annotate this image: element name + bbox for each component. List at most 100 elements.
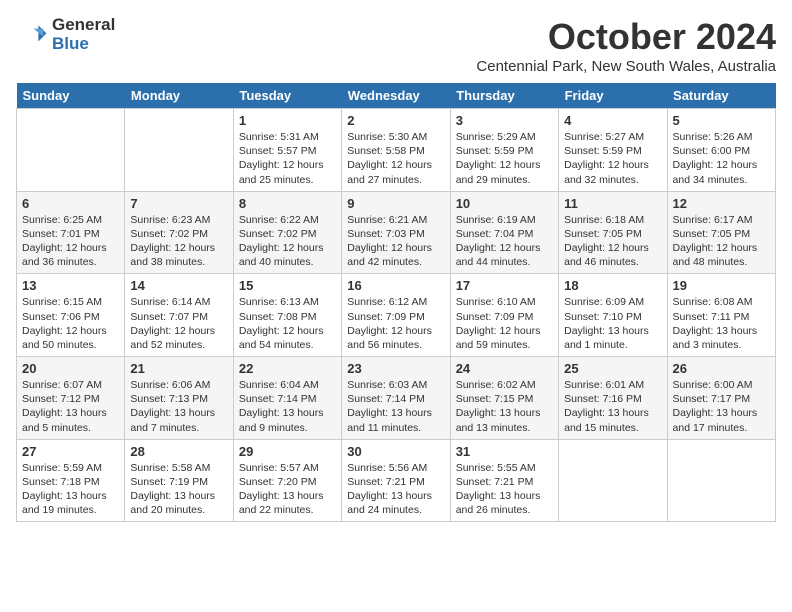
calendar-week-4: 20 Sunrise: 6:07 AM Sunset: 7:12 PM Dayli… [17, 357, 776, 440]
logo-text-line2: Blue [52, 35, 115, 54]
day-number: 29 [239, 444, 336, 459]
calendar-cell: 22Sunrise: 6:04 AM Sunset: 7:14 PM Dayli… [233, 357, 341, 440]
calendar-cell: 18 Sunrise: 6:09 AM Sunset: 7:10 PM Dayli… [559, 274, 667, 357]
cell-content: Sunrise: 6:23 AM Sunset: 7:02 PM Dayligh… [130, 213, 227, 270]
day-number: 7 [130, 196, 227, 211]
calendar-cell [559, 439, 667, 522]
cell-content: Sunrise: 5:58 AM Sunset: 7:19 PM Dayligh… [130, 461, 227, 518]
calendar-cell: 4 Sunrise: 5:27 AM Sunset: 5:59 PM Daylig… [559, 109, 667, 192]
calendar-cell: 9 Sunrise: 6:21 AM Sunset: 7:03 PM Daylig… [342, 191, 450, 274]
cell-content: Sunrise: 5:29 AM Sunset: 5:59 PM Dayligh… [456, 130, 553, 187]
weekday-header-wednesday: Wednesday [342, 83, 450, 109]
calendar-cell: 16 Sunrise: 6:12 AM Sunset: 7:09 PM Dayli… [342, 274, 450, 357]
day-number: 26 [673, 361, 770, 376]
cell-content: Sunrise: 6:14 AM Sunset: 7:07 PM Dayligh… [130, 295, 227, 352]
calendar-cell: 11 Sunrise: 6:18 AM Sunset: 7:05 PM Dayli… [559, 191, 667, 274]
calendar-week-2: 6 Sunrise: 6:25 AM Sunset: 7:01 PM Daylig… [17, 191, 776, 274]
day-number: 6 [22, 196, 119, 211]
calendar-cell: 25Sunrise: 6:01 AM Sunset: 7:16 PM Dayli… [559, 357, 667, 440]
day-number: 3 [456, 113, 553, 128]
calendar-cell: 6 Sunrise: 6:25 AM Sunset: 7:01 PM Daylig… [17, 191, 125, 274]
day-number: 22 [239, 361, 336, 376]
cell-content: Sunrise: 5:57 AM Sunset: 7:20 PM Dayligh… [239, 461, 336, 518]
cell-content: Sunrise: 6:00 AM Sunset: 7:17 PM Dayligh… [673, 378, 770, 435]
calendar-table: SundayMondayTuesdayWednesdayThursdayFrid… [16, 83, 776, 522]
calendar-cell: 19 Sunrise: 6:08 AM Sunset: 7:11 PM Dayli… [667, 274, 775, 357]
cell-content: Sunrise: 5:26 AM Sunset: 6:00 PM Dayligh… [673, 130, 770, 187]
page-header: General Blue October 2024 Centennial Par… [16, 16, 776, 75]
day-number: 30 [347, 444, 444, 459]
calendar-week-1: 1Sunrise: 5:31 AM Sunset: 5:57 PM Daylig… [17, 109, 776, 192]
cell-content: Sunrise: 6:03 AM Sunset: 7:14 PM Dayligh… [347, 378, 444, 435]
calendar-cell: 30 Sunrise: 5:56 AM Sunset: 7:21 PM Dayli… [342, 439, 450, 522]
weekday-header-tuesday: Tuesday [233, 83, 341, 109]
calendar-cell: 20 Sunrise: 6:07 AM Sunset: 7:12 PM Dayli… [17, 357, 125, 440]
day-number: 10 [456, 196, 553, 211]
calendar-cell: 29 Sunrise: 5:57 AM Sunset: 7:20 PM Dayli… [233, 439, 341, 522]
calendar-cell: 23Sunrise: 6:03 AM Sunset: 7:14 PM Dayli… [342, 357, 450, 440]
weekday-header-thursday: Thursday [450, 83, 558, 109]
cell-content: Sunrise: 6:07 AM Sunset: 7:12 PM Dayligh… [22, 378, 119, 435]
location-subtitle: Centennial Park, New South Wales, Austra… [476, 58, 776, 75]
day-number: 20 [22, 361, 119, 376]
calendar-cell: 10 Sunrise: 6:19 AM Sunset: 7:04 PM Dayli… [450, 191, 558, 274]
month-title: October 2024 [476, 16, 776, 58]
day-number: 15 [239, 278, 336, 293]
logo-icon [16, 19, 48, 51]
calendar-cell: 1Sunrise: 5:31 AM Sunset: 5:57 PM Daylig… [233, 109, 341, 192]
day-number: 18 [564, 278, 661, 293]
cell-content: Sunrise: 6:21 AM Sunset: 7:03 PM Dayligh… [347, 213, 444, 270]
cell-content: Sunrise: 6:09 AM Sunset: 7:10 PM Dayligh… [564, 295, 661, 352]
logo-text-line1: General [52, 16, 115, 35]
calendar-cell: 26 Sunrise: 6:00 AM Sunset: 7:17 PM Dayli… [667, 357, 775, 440]
calendar-cell: 7 Sunrise: 6:23 AM Sunset: 7:02 PM Daylig… [125, 191, 233, 274]
cell-content: Sunrise: 5:27 AM Sunset: 5:59 PM Dayligh… [564, 130, 661, 187]
calendar-cell: 5 Sunrise: 5:26 AM Sunset: 6:00 PM Daylig… [667, 109, 775, 192]
cell-content: Sunrise: 6:10 AM Sunset: 7:09 PM Dayligh… [456, 295, 553, 352]
day-number: 4 [564, 113, 661, 128]
calendar-cell: 31Sunrise: 5:55 AM Sunset: 7:21 PM Dayli… [450, 439, 558, 522]
weekday-header-sunday: Sunday [17, 83, 125, 109]
calendar-cell: 12Sunrise: 6:17 AM Sunset: 7:05 PM Dayli… [667, 191, 775, 274]
cell-content: Sunrise: 5:30 AM Sunset: 5:58 PM Dayligh… [347, 130, 444, 187]
cell-content: Sunrise: 6:19 AM Sunset: 7:04 PM Dayligh… [456, 213, 553, 270]
weekday-header-saturday: Saturday [667, 83, 775, 109]
calendar-cell [125, 109, 233, 192]
cell-content: Sunrise: 5:59 AM Sunset: 7:18 PM Dayligh… [22, 461, 119, 518]
day-number: 28 [130, 444, 227, 459]
cell-content: Sunrise: 5:56 AM Sunset: 7:21 PM Dayligh… [347, 461, 444, 518]
day-number: 17 [456, 278, 553, 293]
day-number: 5 [673, 113, 770, 128]
calendar-cell: 24Sunrise: 6:02 AM Sunset: 7:15 PM Dayli… [450, 357, 558, 440]
day-number: 19 [673, 278, 770, 293]
cell-content: Sunrise: 6:17 AM Sunset: 7:05 PM Dayligh… [673, 213, 770, 270]
calendar-cell: 17 Sunrise: 6:10 AM Sunset: 7:09 PM Dayli… [450, 274, 558, 357]
day-number: 1 [239, 113, 336, 128]
day-number: 16 [347, 278, 444, 293]
calendar-cell [17, 109, 125, 192]
cell-content: Sunrise: 6:06 AM Sunset: 7:13 PM Dayligh… [130, 378, 227, 435]
cell-content: Sunrise: 6:12 AM Sunset: 7:09 PM Dayligh… [347, 295, 444, 352]
day-number: 13 [22, 278, 119, 293]
calendar-cell: 15Sunrise: 6:13 AM Sunset: 7:08 PM Dayli… [233, 274, 341, 357]
day-number: 2 [347, 113, 444, 128]
calendar-cell: 28 Sunrise: 5:58 AM Sunset: 7:19 PM Dayli… [125, 439, 233, 522]
calendar-week-3: 13Sunrise: 6:15 AM Sunset: 7:06 PM Dayli… [17, 274, 776, 357]
day-number: 25 [564, 361, 661, 376]
cell-content: Sunrise: 6:25 AM Sunset: 7:01 PM Dayligh… [22, 213, 119, 270]
day-number: 24 [456, 361, 553, 376]
day-number: 21 [130, 361, 227, 376]
cell-content: Sunrise: 6:18 AM Sunset: 7:05 PM Dayligh… [564, 213, 661, 270]
title-area: October 2024 Centennial Park, New South … [476, 16, 776, 75]
calendar-cell: 3 Sunrise: 5:29 AM Sunset: 5:59 PM Daylig… [450, 109, 558, 192]
day-number: 11 [564, 196, 661, 211]
day-number: 27 [22, 444, 119, 459]
day-number: 14 [130, 278, 227, 293]
cell-content: Sunrise: 6:08 AM Sunset: 7:11 PM Dayligh… [673, 295, 770, 352]
calendar-cell: 2 Sunrise: 5:30 AM Sunset: 5:58 PM Daylig… [342, 109, 450, 192]
weekday-header-row: SundayMondayTuesdayWednesdayThursdayFrid… [17, 83, 776, 109]
calendar-cell: 21 Sunrise: 6:06 AM Sunset: 7:13 PM Dayli… [125, 357, 233, 440]
day-number: 9 [347, 196, 444, 211]
cell-content: Sunrise: 5:55 AM Sunset: 7:21 PM Dayligh… [456, 461, 553, 518]
weekday-header-friday: Friday [559, 83, 667, 109]
